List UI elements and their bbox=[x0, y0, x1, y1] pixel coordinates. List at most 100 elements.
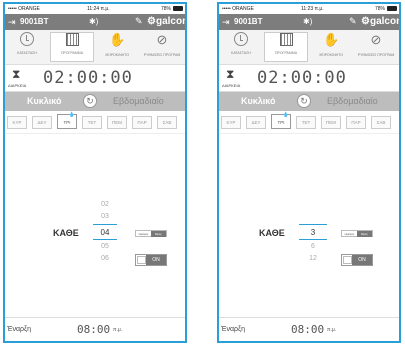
day-tue[interactable]: ΤΡΙ 💧 bbox=[271, 112, 291, 129]
status-bar: ••••• ORANGE 11:24 π.μ. 78% bbox=[5, 4, 185, 14]
day-selector: ΚΥΡ ΔΕΥ ΤΡΙ 💧 ΤΕΤ ΠΕΜ ΠΑΡ ΣΑΒ bbox=[5, 111, 185, 134]
picker-value[interactable]: 06 bbox=[93, 255, 117, 262]
unit-switch[interactable]: Ημέρες Ώρες bbox=[135, 230, 167, 237]
water-drop-icon: 💧 bbox=[68, 112, 75, 118]
bluetooth-icon: ✱) bbox=[303, 17, 313, 26]
calendar-icon bbox=[65, 33, 79, 46]
picker-line bbox=[93, 239, 117, 240]
battery-icon bbox=[173, 6, 183, 11]
day-sat[interactable]: ΣΑΒ bbox=[157, 116, 177, 129]
picker-value[interactable]: 6 bbox=[301, 243, 325, 250]
phone-screen-left: ••••• ORANGE 11:24 π.μ. 78% ⇥ 9001BT ✱) … bbox=[3, 2, 187, 343]
tab-settings[interactable]: ⊘ ΡΥΘΜΙΣΕΙΣ ΠΡΟΓΡΑΜ bbox=[140, 32, 184, 62]
carrier-label: ••••• ORANGE bbox=[222, 6, 254, 12]
mode-cyclic[interactable]: Κυκλικό bbox=[27, 96, 61, 106]
start-row[interactable]: Έναρξη 08:00 π.μ. bbox=[5, 317, 185, 341]
tab-program[interactable]: ΠΡΟΓΡΑΜΜΑ bbox=[50, 32, 94, 62]
battery-icon bbox=[387, 6, 397, 11]
clock-icon bbox=[20, 32, 34, 46]
tab-label: ΚΑΤΑΣΤΑΣΗ bbox=[231, 51, 251, 55]
cycle-icon[interactable]: ↻ bbox=[297, 94, 311, 108]
day-sun[interactable]: ΚΥΡ bbox=[221, 116, 241, 129]
tab-label: ΠΡΟΓΡΑΜΜΑ bbox=[60, 51, 84, 55]
app-bar: ⇥ 9001BT ✱) ✎ ⚙galcon bbox=[219, 14, 399, 30]
day-sun[interactable]: ΚΥΡ bbox=[7, 116, 27, 129]
duration-value[interactable]: 02:00:00 bbox=[257, 68, 347, 88]
tab-label: ΡΥΘΜΙΣΕΙΣ ΠΡΟΓΡΑΜ bbox=[143, 53, 181, 57]
day-wed[interactable]: ΤΕΤ bbox=[296, 116, 316, 129]
device-name: 9001BT bbox=[20, 17, 49, 26]
day-sat[interactable]: ΣΑΒ bbox=[371, 116, 391, 129]
toggle-on-label: ON bbox=[352, 255, 372, 265]
tab-label: ΡΥΘΜΙΣΕΙΣ ΠΡΟΓΡΑΜ bbox=[357, 53, 395, 57]
mode-weekly[interactable]: Εβδομαδιαίο bbox=[113, 96, 164, 106]
day-mon[interactable]: ΔΕΥ bbox=[32, 116, 52, 129]
unit-hours[interactable]: Ώρες bbox=[151, 231, 166, 237]
unit-days[interactable]: Ημέρες bbox=[136, 231, 151, 237]
day-mon[interactable]: ΔΕΥ bbox=[246, 116, 266, 129]
day-thu[interactable]: ΠΕΜ bbox=[321, 116, 341, 129]
duration-row[interactable]: ⧗ ΔΙΑΡΚΕΙΑ 02:00:00 bbox=[219, 65, 399, 92]
edit-icon[interactable]: ✎ bbox=[135, 16, 143, 27]
day-selector: ΚΥΡ ΔΕΥ ΤΡΙ 💧 ΤΕΤ ΠΕΜ ΠΑΡ ΣΑΒ bbox=[219, 111, 399, 134]
brand-text: galcon bbox=[155, 16, 187, 27]
brand-logo: ⚙galcon bbox=[147, 16, 187, 27]
picker-value[interactable]: 02 bbox=[93, 201, 117, 208]
tab-manual[interactable]: ✋ ΧΕΙΡΟΚΙΝΗΤΟ bbox=[309, 32, 353, 62]
tab-label: ΧΕΙΡΟΚΙΝΗΤΟ bbox=[105, 53, 129, 57]
enable-toggle[interactable]: ON bbox=[135, 254, 167, 266]
start-ampm: π.μ. bbox=[327, 327, 337, 333]
picker-line bbox=[93, 224, 117, 225]
start-ampm: π.μ. bbox=[113, 327, 123, 333]
picker-line bbox=[299, 239, 327, 240]
mode-weekly[interactable]: Εβδομαδιαίο bbox=[327, 96, 378, 106]
hourglass-icon: ⧗ bbox=[226, 67, 235, 81]
tab-settings[interactable]: ⊘ ΡΥΘΜΙΣΕΙΣ ΠΡΟΓΡΑΜ bbox=[354, 32, 398, 62]
picker-line bbox=[299, 224, 327, 225]
toggle-knob bbox=[137, 256, 146, 264]
day-fri[interactable]: ΠΑΡ bbox=[346, 116, 366, 129]
start-label: Έναρξη bbox=[221, 326, 246, 333]
tab-label: ΚΑΤΑΣΤΑΣΗ bbox=[17, 51, 37, 55]
day-thu[interactable]: ΠΕΜ bbox=[107, 116, 127, 129]
edit-icon[interactable]: ✎ bbox=[349, 16, 357, 27]
hourglass-icon: ⧗ bbox=[12, 67, 21, 81]
day-tue[interactable]: ΤΡΙ 💧 bbox=[57, 112, 77, 129]
bluetooth-icon: ✱) bbox=[89, 17, 99, 26]
cycle-icon[interactable]: ↻ bbox=[83, 94, 97, 108]
exit-icon[interactable]: ⇥ bbox=[222, 17, 230, 28]
day-label: ΤΡΙ bbox=[63, 120, 71, 125]
picker-value[interactable]: 12 bbox=[301, 255, 325, 262]
picker-selected[interactable]: 04 bbox=[93, 228, 117, 237]
hand-icon: ✋ bbox=[323, 32, 340, 47]
duration-value[interactable]: 02:00:00 bbox=[43, 68, 133, 88]
start-time[interactable]: 08:00 bbox=[77, 323, 110, 336]
day-wed[interactable]: ΤΕΤ bbox=[82, 116, 102, 129]
status-bar: ••••• ORANGE 11:23 π.μ. 78% bbox=[219, 4, 399, 14]
carrier-label: ••••• ORANGE bbox=[8, 6, 40, 12]
tab-manual[interactable]: ✋ ΧΕΙΡΟΚΙΝΗΤΟ bbox=[95, 32, 139, 62]
enable-toggle[interactable]: ON bbox=[341, 254, 373, 266]
water-drop-icon: 💧 bbox=[282, 112, 289, 118]
start-row[interactable]: Έναρξη 08:00 π.μ. bbox=[219, 317, 399, 341]
duration-label: ΔΙΑΡΚΕΙΑ bbox=[222, 83, 241, 88]
mode-cyclic[interactable]: Κυκλικό bbox=[241, 96, 275, 106]
unit-switch[interactable]: Ημέρες Ώρες bbox=[341, 230, 373, 237]
day-fri[interactable]: ΠΑΡ bbox=[132, 116, 152, 129]
tab-status[interactable]: ΚΑΤΑΣΤΑΣΗ bbox=[219, 32, 263, 62]
unit-hours[interactable]: Ώρες bbox=[357, 231, 372, 237]
brand-logo: ⚙galcon bbox=[361, 16, 401, 27]
toggle-on-label: ON bbox=[146, 255, 166, 265]
brand-text: galcon bbox=[369, 16, 401, 27]
start-time[interactable]: 08:00 bbox=[291, 323, 324, 336]
unit-days[interactable]: Ημέρες bbox=[342, 231, 357, 237]
picker-value[interactable]: 03 bbox=[93, 213, 117, 220]
duration-row[interactable]: ⧗ ΔΙΑΡΚΕΙΑ 02:00:00 bbox=[5, 65, 185, 92]
tab-label: ΠΡΟΓΡΑΜΜΑ bbox=[274, 51, 298, 55]
duration-label: ΔΙΑΡΚΕΙΑ bbox=[8, 83, 27, 88]
tab-status[interactable]: ΚΑΤΑΣΤΑΣΗ bbox=[5, 32, 49, 62]
tab-program[interactable]: ΠΡΟΓΡΑΜΜΑ bbox=[264, 32, 308, 62]
picker-value[interactable]: 05 bbox=[93, 243, 117, 250]
exit-icon[interactable]: ⇥ bbox=[8, 17, 16, 28]
picker-selected[interactable]: 3 bbox=[301, 228, 325, 237]
